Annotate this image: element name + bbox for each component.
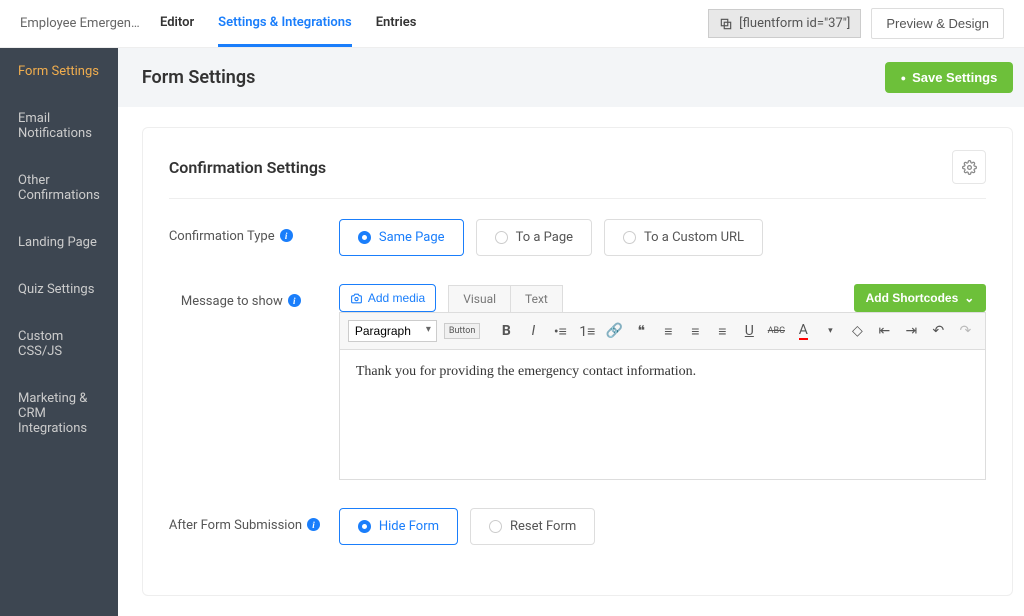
label-confirmation-type: Confirmation Type i xyxy=(169,219,339,256)
sidebar-item-custom-css-js[interactable]: Custom CSS/JS xyxy=(0,313,118,375)
shortcode-copy[interactable]: [fluentform id="37"] xyxy=(708,9,861,38)
text-color-button[interactable]: A xyxy=(791,319,815,343)
radio-icon xyxy=(495,231,508,244)
align-left-button[interactable]: ≡ xyxy=(656,319,680,343)
info-icon[interactable]: i xyxy=(288,294,301,307)
align-center-button[interactable]: ≡ xyxy=(683,319,707,343)
radio-icon xyxy=(623,231,636,244)
info-icon[interactable]: i xyxy=(280,229,293,242)
option-reset-form[interactable]: Reset Form xyxy=(470,508,595,545)
undo-button[interactable]: ↶ xyxy=(926,319,950,343)
label-after-submission: After Form Submission i xyxy=(169,508,339,545)
outdent-button[interactable]: ⇤ xyxy=(872,319,896,343)
page-header: Form Settings Save Settings xyxy=(118,48,1024,107)
paragraph-select[interactable]: Paragraph xyxy=(348,320,437,342)
page-title: Form Settings xyxy=(142,67,255,88)
sidebar-item-email-notifications[interactable]: Email Notifications xyxy=(0,95,118,157)
label-message-to-show: Message to show i xyxy=(169,284,339,480)
save-settings-button[interactable]: Save Settings xyxy=(885,62,1014,93)
bold-button[interactable]: B xyxy=(494,319,518,343)
sidebar-item-other-confirmations[interactable]: Other Confirmations xyxy=(0,157,118,219)
chevron-down-icon: ⌄ xyxy=(964,291,974,305)
editor-toolbar: Paragraph Button B I •≡ 1≡ 🔗 ❝ ≡ ≡ ≡ U A… xyxy=(339,312,986,350)
underline-button[interactable]: U xyxy=(737,319,761,343)
tab-settings[interactable]: Settings & Integrations xyxy=(218,1,352,47)
sidebar-item-marketing-crm[interactable]: Marketing & CRM Integrations xyxy=(0,375,118,452)
option-hide-form[interactable]: Hide Form xyxy=(339,508,458,545)
sidebar-item-quiz-settings[interactable]: Quiz Settings xyxy=(0,266,118,313)
link-button[interactable]: 🔗 xyxy=(602,319,626,343)
align-right-button[interactable]: ≡ xyxy=(710,319,734,343)
copy-icon xyxy=(719,17,733,31)
media-icon xyxy=(350,292,363,305)
gear-icon xyxy=(962,160,977,175)
settings-sidebar: Form Settings Email Notifications Other … xyxy=(0,48,118,616)
confirmation-panel: Confirmation Settings Confirmation Type … xyxy=(142,127,1013,596)
bullet-list-button[interactable]: •≡ xyxy=(548,319,572,343)
tab-entries[interactable]: Entries xyxy=(376,1,417,47)
button-dropdown[interactable]: Button xyxy=(444,323,480,339)
blockquote-button[interactable]: ❝ xyxy=(629,319,653,343)
shortcode-text: [fluentform id="37"] xyxy=(739,16,850,31)
option-to-page[interactable]: To a Page xyxy=(476,219,592,256)
editor-content[interactable]: Thank you for providing the emergency co… xyxy=(339,350,986,480)
add-media-button[interactable]: Add media xyxy=(339,284,436,312)
tab-editor[interactable]: Editor xyxy=(160,1,194,47)
sidebar-item-form-settings[interactable]: Form Settings xyxy=(0,48,118,95)
indent-button[interactable]: ⇥ xyxy=(899,319,923,343)
sidebar-item-landing-page[interactable]: Landing Page xyxy=(0,219,118,266)
option-to-custom-url[interactable]: To a Custom URL xyxy=(604,219,763,256)
radio-icon xyxy=(358,231,371,244)
top-bar: Employee Emergenc... Editor Settings & I… xyxy=(0,0,1024,48)
form-title: Employee Emergenc... xyxy=(20,16,140,31)
radio-icon xyxy=(358,520,371,533)
preview-button[interactable]: Preview & Design xyxy=(871,8,1004,39)
color-dropdown-icon[interactable]: ▾ xyxy=(818,319,842,343)
section-gear-button[interactable] xyxy=(952,150,986,184)
top-tabs: Editor Settings & Integrations Entries xyxy=(160,1,416,47)
option-same-page[interactable]: Same Page xyxy=(339,219,464,256)
editor-tab-visual[interactable]: Visual xyxy=(448,285,511,312)
number-list-button[interactable]: 1≡ xyxy=(575,319,599,343)
section-title: Confirmation Settings xyxy=(169,158,326,177)
info-icon[interactable]: i xyxy=(307,518,320,531)
add-shortcodes-button[interactable]: Add Shortcodes ⌄ xyxy=(854,284,987,312)
editor-tab-text[interactable]: Text xyxy=(510,285,563,312)
redo-button[interactable]: ↷ xyxy=(953,319,977,343)
clear-format-button[interactable]: ◇ xyxy=(845,319,869,343)
italic-button[interactable]: I xyxy=(521,319,545,343)
strikethrough-button[interactable]: ABC xyxy=(764,319,788,343)
radio-icon xyxy=(489,520,502,533)
